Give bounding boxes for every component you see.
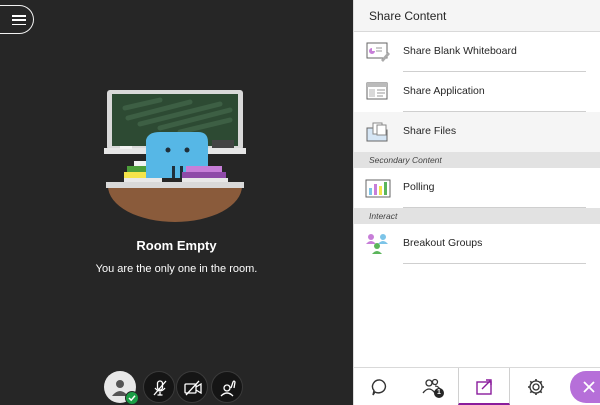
attendee-count-badge: 1 bbox=[434, 388, 444, 398]
hamburger-menu-icon bbox=[12, 15, 26, 26]
folder-files-icon bbox=[366, 122, 388, 142]
application-window-icon bbox=[366, 82, 388, 100]
tab-share-content[interactable] bbox=[458, 368, 510, 405]
item-label: Share Application bbox=[403, 85, 485, 97]
camera-toggle[interactable] bbox=[176, 371, 208, 403]
section-header-interact: Interact bbox=[354, 208, 600, 224]
breakout-groups-item[interactable]: Breakout Groups bbox=[354, 224, 600, 264]
section-header-secondary-content: Secondary Content bbox=[354, 152, 600, 168]
item-label: Polling bbox=[403, 181, 435, 193]
chat-bubble-icon bbox=[371, 379, 387, 396]
raise-hand-toggle[interactable] bbox=[211, 371, 243, 403]
breakout-groups-icon bbox=[366, 234, 388, 254]
status-check-icon bbox=[125, 391, 139, 405]
panel-tab-bar: 1 bbox=[354, 367, 600, 405]
polling-item[interactable]: Polling bbox=[354, 168, 600, 208]
room-empty-title: Room Empty bbox=[136, 238, 217, 253]
whiteboard-icon bbox=[366, 42, 390, 62]
empty-room-illustration bbox=[104, 90, 246, 222]
camera-off-icon bbox=[184, 380, 202, 396]
panel-title: Share Content bbox=[369, 8, 447, 23]
item-label: Share Blank Whiteboard bbox=[403, 45, 517, 57]
share-content-panel: Share Content Share Blank Whiteboard Sha… bbox=[353, 0, 600, 405]
microphone-off-icon bbox=[153, 380, 167, 396]
divider bbox=[403, 263, 586, 264]
item-label: Breakout Groups bbox=[403, 237, 483, 249]
my-status-avatar[interactable] bbox=[104, 371, 139, 405]
close-icon bbox=[583, 381, 595, 393]
microphone-toggle[interactable] bbox=[143, 371, 175, 403]
gear-icon bbox=[528, 379, 544, 395]
share-blank-whiteboard-item[interactable]: Share Blank Whiteboard bbox=[354, 32, 600, 72]
main-stage: Room Empty You are the only one in the r… bbox=[0, 0, 353, 405]
divider bbox=[403, 207, 586, 208]
share-content-icon bbox=[476, 379, 492, 395]
tab-chat[interactable] bbox=[354, 368, 406, 405]
bar-chart-icon bbox=[365, 179, 391, 198]
tab-settings[interactable] bbox=[510, 368, 562, 405]
item-label: Share Files bbox=[403, 125, 457, 137]
room-empty-subtitle: You are the only one in the room. bbox=[95, 263, 258, 275]
panel-header: Share Content bbox=[354, 0, 600, 32]
close-panel-button[interactable] bbox=[570, 371, 600, 403]
share-files-item[interactable]: Share Files bbox=[354, 112, 600, 152]
session-menu-button[interactable] bbox=[0, 5, 34, 34]
tab-attendees[interactable]: 1 bbox=[406, 368, 458, 405]
share-application-item[interactable]: Share Application bbox=[354, 72, 600, 112]
raise-hand-icon bbox=[220, 380, 236, 397]
